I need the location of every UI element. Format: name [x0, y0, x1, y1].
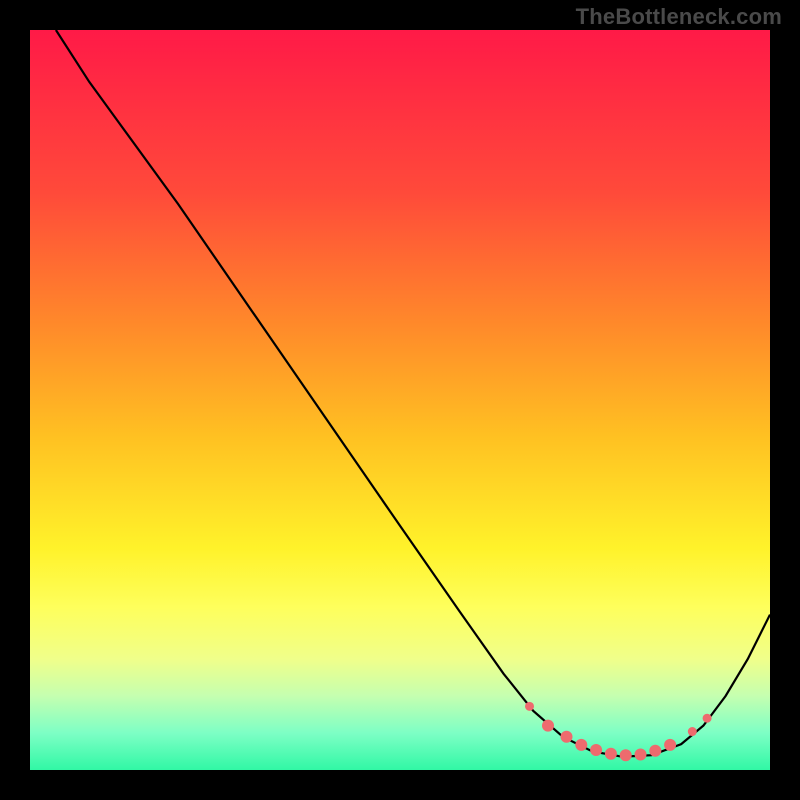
chart-svg: [30, 30, 770, 770]
marker-dot: [525, 702, 534, 711]
marker-dot: [590, 744, 602, 756]
marker-dot: [542, 720, 554, 732]
marker-dot: [688, 727, 697, 736]
marker-dot: [703, 714, 712, 723]
marker-dot: [620, 749, 632, 761]
marker-dot: [605, 748, 617, 760]
marker-dot: [664, 739, 676, 751]
watermark-text: TheBottleneck.com: [576, 4, 782, 30]
marker-dot: [561, 731, 573, 743]
chart-container: TheBottleneck.com: [0, 0, 800, 800]
marker-dot: [575, 739, 587, 751]
gradient-background: [30, 30, 770, 770]
marker-dot: [649, 745, 661, 757]
marker-dot: [635, 748, 647, 760]
plot-area: [30, 30, 770, 770]
